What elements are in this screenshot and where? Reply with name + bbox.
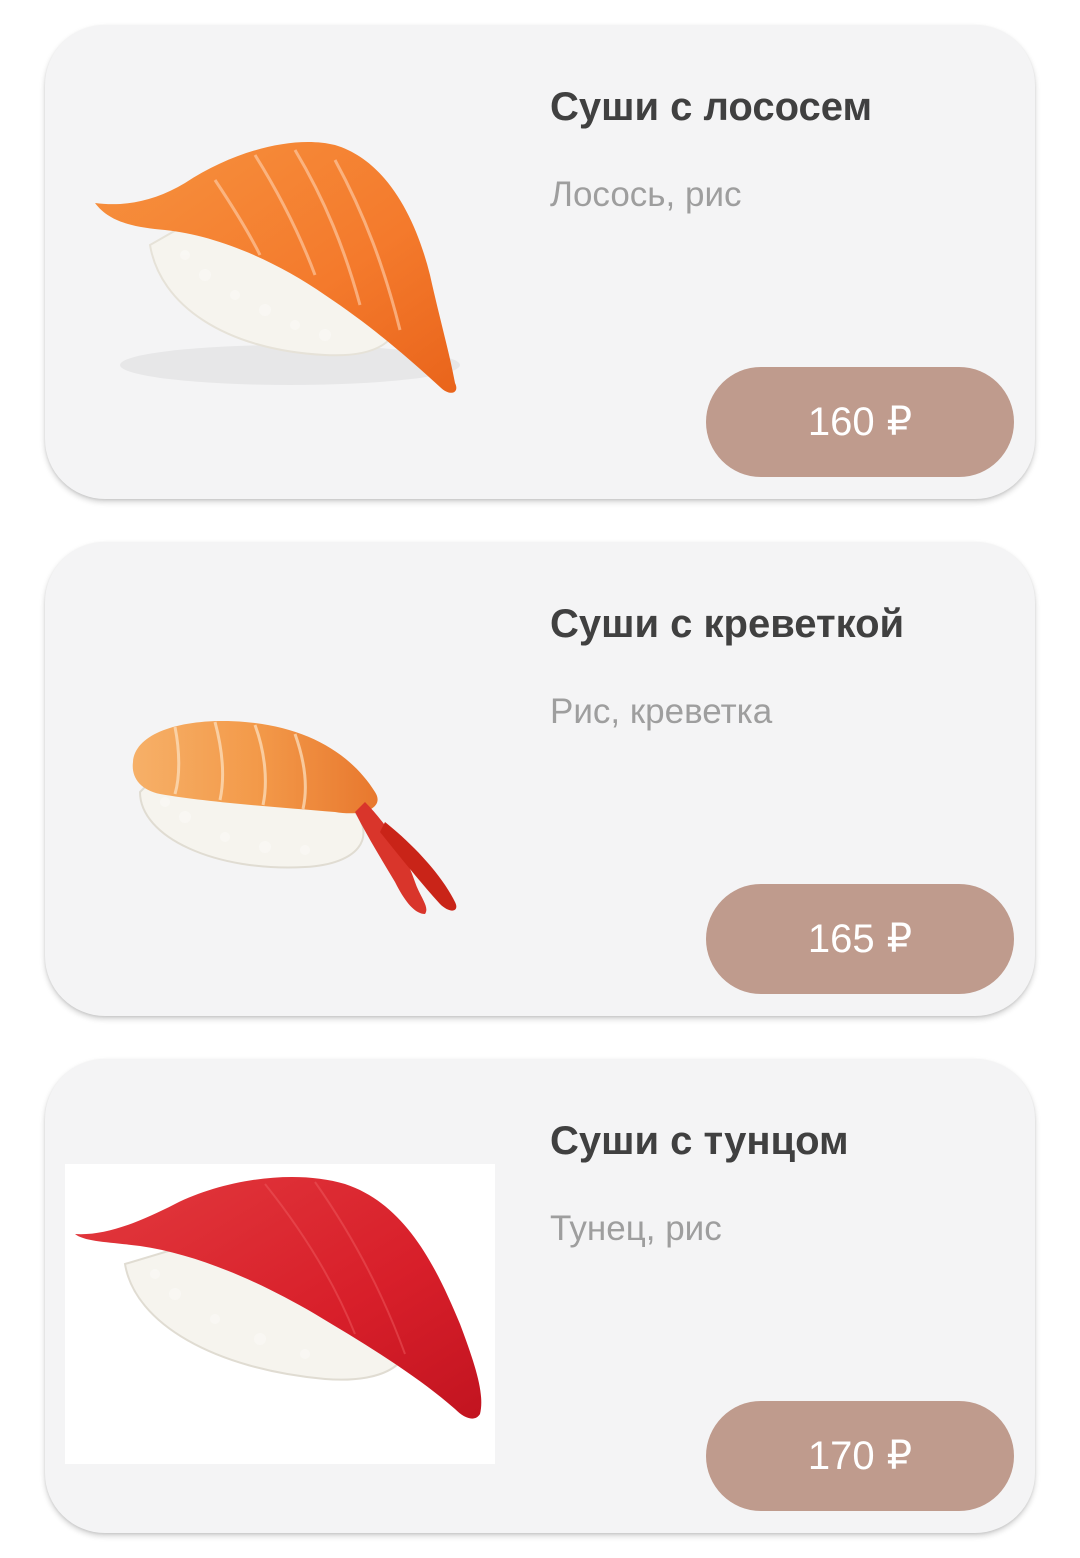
shrimp-nigiri-image: [132, 721, 457, 914]
price-value: 165: [807, 916, 875, 961]
product-ingredients: Рис, креветка: [550, 692, 773, 731]
price-value: 170: [807, 1433, 875, 1478]
product-ingredients: Тунец, рис: [550, 1209, 722, 1248]
salmon-nigiri-image: [95, 141, 460, 393]
product-card-salmon[interactable]: Суши с лососем Лосось, рис 160 ₽: [45, 25, 1035, 499]
product-title: Суши с креветкой: [550, 602, 905, 646]
product-card-tuna[interactable]: Суши с тунцом Тунец, рис 170 ₽: [45, 1059, 1035, 1533]
product-title: Суши с лососем: [550, 85, 873, 129]
tuna-nigiri-image: [65, 1164, 495, 1464]
price-value: 160: [807, 399, 875, 444]
ruble-icon: ₽: [886, 917, 913, 961]
product-card-shrimp[interactable]: Суши с креветкой Рис, креветка 165 ₽: [45, 542, 1035, 1016]
price-button[interactable]: 160 ₽: [706, 367, 1014, 477]
ruble-icon: ₽: [886, 1434, 913, 1478]
ruble-icon: ₽: [886, 400, 913, 444]
price-button[interactable]: 165 ₽: [706, 884, 1014, 994]
product-title: Суши с тунцом: [550, 1119, 849, 1163]
product-ingredients: Лосось, рис: [550, 175, 742, 214]
price-button[interactable]: 170 ₽: [706, 1401, 1014, 1511]
